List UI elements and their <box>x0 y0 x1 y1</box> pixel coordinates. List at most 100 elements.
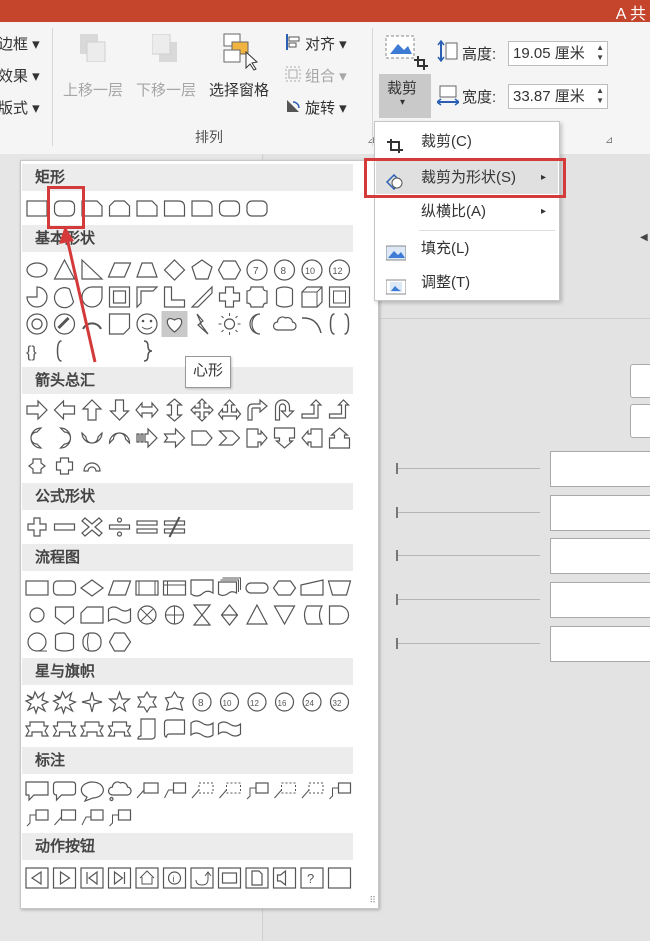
aMov-shape[interactable] <box>217 867 242 889</box>
st10-shape[interactable]: 10 <box>219 692 240 712</box>
aBlank-shape[interactable] <box>327 867 352 889</box>
value-field-2[interactable] <box>550 495 650 531</box>
cLine1-shape[interactable] <box>54 809 77 826</box>
fSeq-shape[interactable] <box>27 632 47 652</box>
arUD-shape[interactable] <box>165 398 184 422</box>
ribbonD-shape[interactable] <box>24 721 50 737</box>
fDec-shape[interactable] <box>79 579 105 597</box>
bent-shape[interactable] <box>247 398 268 421</box>
starburst-shape[interactable] <box>52 690 78 715</box>
hept-shape[interactable]: 7 <box>246 259 268 281</box>
fSort-shape[interactable] <box>220 604 239 626</box>
trap-shape[interactable] <box>136 262 158 278</box>
ar4-shape[interactable] <box>190 398 214 422</box>
fMulti-shape[interactable] <box>217 577 241 597</box>
crop-dropdown-arrow[interactable]: ▾ <box>400 97 405 108</box>
fTerm-shape[interactable] <box>245 582 269 594</box>
callQuad-shape[interactable] <box>55 457 74 475</box>
para-shape[interactable] <box>107 262 132 278</box>
fSum-shape[interactable] <box>137 605 157 625</box>
menu-item-fit[interactable]: 调整(T) <box>376 266 558 299</box>
fDelay-shape[interactable] <box>328 605 350 625</box>
width-input[interactable]: 33.87 厘米 ▲ ▼ <box>508 84 608 109</box>
aDoc-shape[interactable] <box>245 867 269 889</box>
cLine1d-shape[interactable] <box>219 782 241 799</box>
aBeg-shape[interactable] <box>80 867 104 889</box>
aHome-shape[interactable] <box>135 867 159 889</box>
aEnd-shape[interactable] <box>107 867 132 889</box>
cLine1-shape[interactable] <box>136 782 159 799</box>
oval-shape[interactable] <box>26 262 48 278</box>
scrollV-shape[interactable] <box>137 718 156 740</box>
bracepair-shape[interactable]: {} <box>26 344 37 361</box>
slider-2[interactable] <box>396 507 540 518</box>
plaque-shape[interactable] <box>246 286 268 308</box>
cLine1d-shape[interactable] <box>274 782 296 799</box>
aHelp-shape[interactable]: ? <box>300 867 324 889</box>
resize-grip-icon[interactable]: ⠿ <box>369 895 376 906</box>
fMag-shape[interactable] <box>54 632 75 652</box>
cRRect-shape[interactable] <box>52 781 77 802</box>
cLine2-shape[interactable] <box>164 782 187 799</box>
fAlt-shape[interactable] <box>52 580 77 596</box>
arcline-shape[interactable] <box>301 317 322 334</box>
fMerge-shape[interactable] <box>273 605 296 626</box>
menu-item-crop[interactable]: 裁剪(C) <box>376 125 558 158</box>
uturn-shape[interactable] <box>274 399 295 421</box>
pie-shape[interactable] <box>26 286 48 308</box>
curvD-shape[interactable] <box>108 432 131 445</box>
cLine3-shape[interactable] <box>246 782 269 800</box>
layout-menu[interactable]: 版式 ▾ <box>0 97 40 118</box>
arc-shape[interactable] <box>82 322 102 330</box>
st12-shape[interactable]: 12 <box>247 692 267 712</box>
fCard-shape[interactable] <box>80 606 104 624</box>
dec-shape[interactable]: 10 <box>301 259 323 281</box>
lup-shape[interactable] <box>301 399 323 419</box>
group-button[interactable]: 组合 ▾ <box>305 65 347 86</box>
fData-shape[interactable] <box>107 580 132 596</box>
bracketpair-shape[interactable] <box>329 313 350 335</box>
oct-shape[interactable]: 8 <box>273 259 296 281</box>
wave-shape[interactable] <box>190 720 214 738</box>
menu-item-fill[interactable]: 填充(L) <box>376 232 558 265</box>
st32-shape[interactable]: 32 <box>329 692 350 712</box>
rounded-rectangle-shape[interactable] <box>246 200 268 217</box>
pent-shape[interactable] <box>191 259 213 280</box>
slider-5[interactable] <box>396 638 540 649</box>
lbracket-shape[interactable] <box>56 340 62 362</box>
cLine3-shape[interactable] <box>109 809 132 827</box>
menu-item-aspect-ratio[interactable]: 纵横比(A) ▸ <box>376 195 558 228</box>
fConn-shape[interactable] <box>29 607 45 623</box>
fCol-shape[interactable] <box>192 604 212 626</box>
pane-button-2[interactable] <box>630 404 650 438</box>
mult-shape[interactable] <box>81 517 103 537</box>
fManOp-shape[interactable] <box>327 580 352 596</box>
ribbonD-shape[interactable] <box>52 721 77 737</box>
width-spinner-icon[interactable]: ▲ ▼ <box>596 86 604 106</box>
fOr-shape[interactable] <box>164 605 185 625</box>
cRect-shape[interactable] <box>25 781 49 802</box>
snip1-shape[interactable] <box>136 200 158 217</box>
rect-shape[interactable] <box>26 200 48 217</box>
st5-shape[interactable] <box>107 690 132 713</box>
lshape-shape[interactable] <box>163 286 186 308</box>
cLine3-shape[interactable] <box>26 809 49 827</box>
noent-shape[interactable] <box>53 313 76 335</box>
aRet-shape[interactable] <box>190 867 214 889</box>
dia-shape[interactable] <box>163 259 186 281</box>
frame-shape[interactable] <box>108 286 131 308</box>
slider-knob[interactable] <box>396 550 398 561</box>
sun-shape[interactable] <box>218 313 241 335</box>
send-backward-button[interactable]: 下移一层 <box>136 79 196 100</box>
crop-split-button[interactable]: 裁剪 ▾ <box>379 74 431 118</box>
snip1-shape[interactable] <box>81 200 103 217</box>
ribbonD-shape[interactable] <box>107 721 132 737</box>
aPrev-shape[interactable] <box>25 867 49 889</box>
arLR-shape[interactable] <box>135 401 159 419</box>
slider-1[interactable] <box>396 463 540 474</box>
cLine3-shape[interactable] <box>329 782 352 800</box>
cLine2-shape[interactable] <box>81 809 104 826</box>
st8-shape[interactable]: 8 <box>192 692 212 712</box>
arR-shape[interactable] <box>26 399 48 421</box>
value-field-3[interactable] <box>550 538 650 574</box>
